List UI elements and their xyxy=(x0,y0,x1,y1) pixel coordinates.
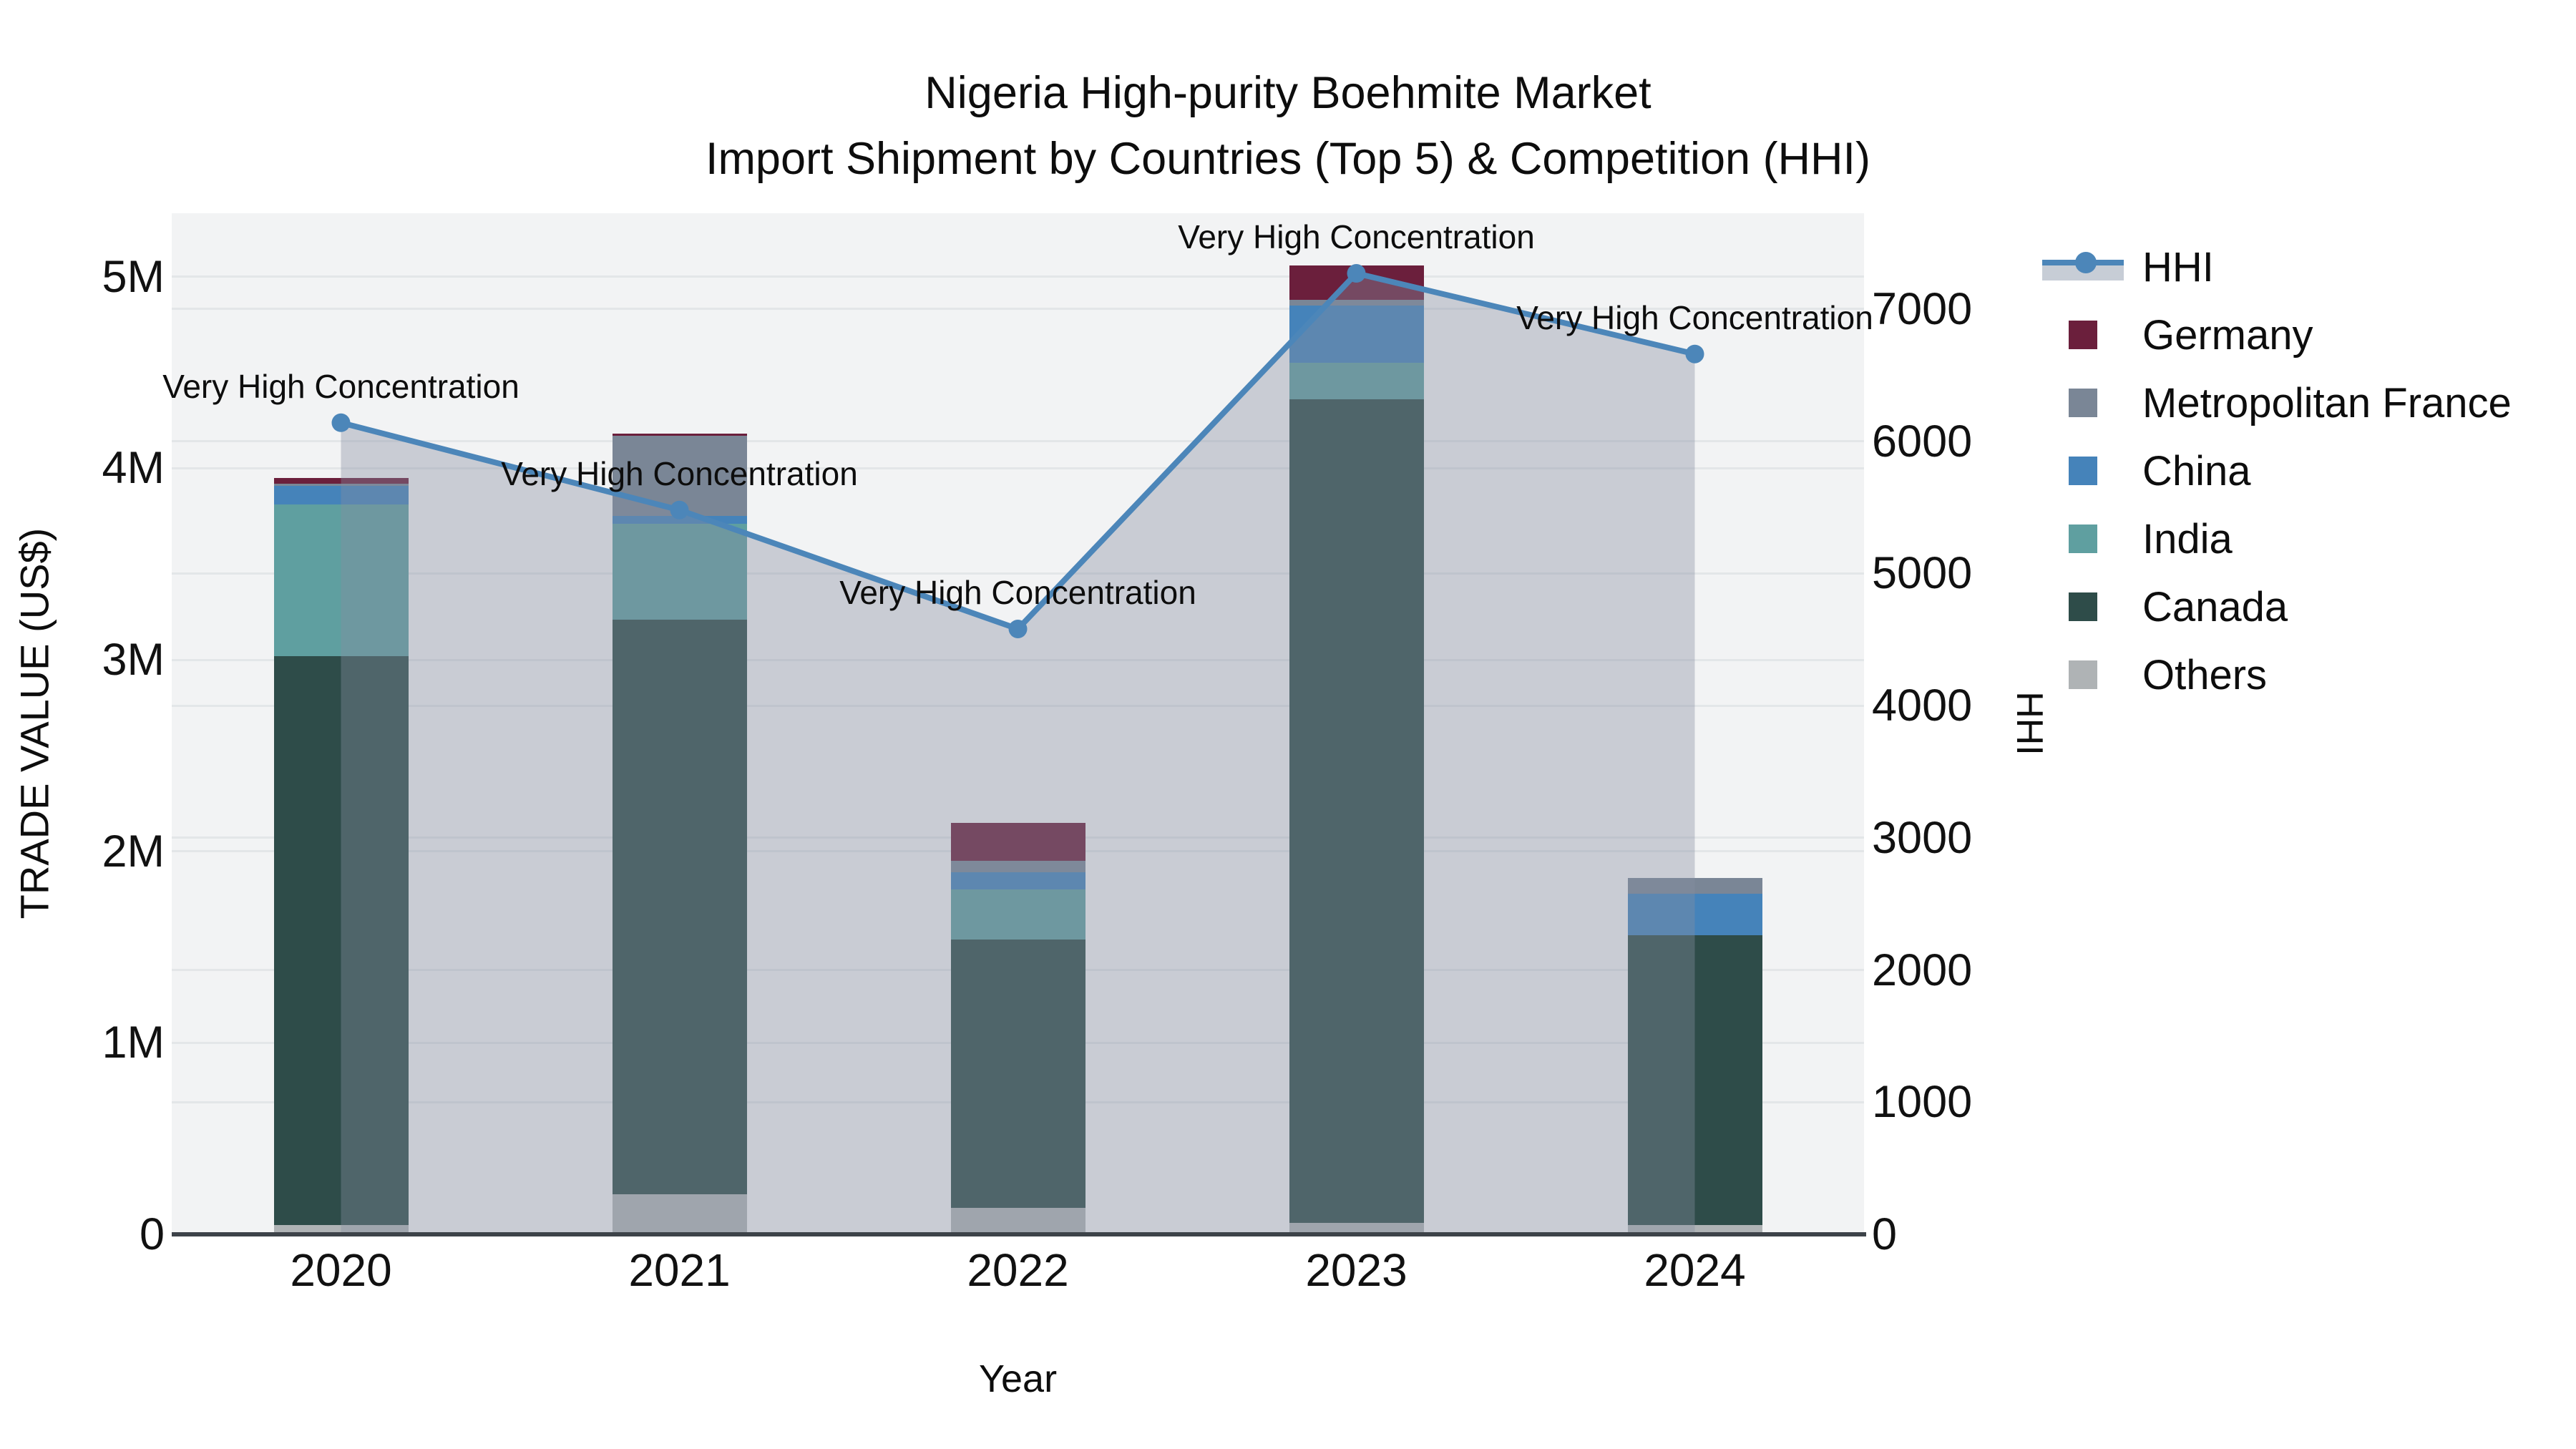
legend-square-icon xyxy=(2069,660,2097,689)
legend-square-icon xyxy=(2069,525,2097,553)
annotation-2020: Very High Concentration xyxy=(162,367,519,405)
annotation-2023: Very High Concentration xyxy=(1178,218,1535,256)
legend-square-icon xyxy=(2069,321,2097,349)
y-left-tick-4M: 4M xyxy=(102,443,165,494)
chart-title-line1: Nigeria High-purity Boehmite Market xyxy=(924,68,1652,118)
legend-swatch xyxy=(2039,505,2127,572)
hhi-marker-2021[interactable] xyxy=(670,500,689,519)
y-left-axis-title: TRADE VALUE (US$) xyxy=(11,527,57,919)
y-left-tick-5M: 5M xyxy=(102,251,165,302)
legend-item-hhi[interactable]: HHI xyxy=(2039,233,2214,301)
legend-swatch xyxy=(2039,641,2127,708)
x-tick-2021: 2021 xyxy=(628,1244,731,1296)
legend-swatch xyxy=(2039,437,2127,504)
legend-item-germany[interactable]: Germany xyxy=(2039,301,2313,369)
legend-marker-dot-icon xyxy=(2075,252,2097,273)
legend-item-metropolitan-france[interactable]: Metropolitan France xyxy=(2039,369,2512,436)
legend-square-icon xyxy=(2069,389,2097,417)
plot-area: Very High Concentration Very High Concent… xyxy=(162,213,1873,1234)
legend-item-canada[interactable]: Canada xyxy=(2039,573,2288,640)
legend-item-india[interactable]: India xyxy=(2039,505,2233,572)
hhi-marker-2023[interactable] xyxy=(1347,264,1366,283)
legend-swatch xyxy=(2039,301,2127,369)
annotation-2022: Very High Concentration xyxy=(839,573,1196,611)
x-tick-2022: 2022 xyxy=(967,1244,1069,1296)
y-right-tick-0: 0 xyxy=(1872,1209,1898,1259)
hhi-marker-2020[interactable] xyxy=(331,413,351,432)
legend-line-symbol xyxy=(2039,233,2127,301)
x-axis-title: Year xyxy=(978,1357,1058,1400)
legend-item-china[interactable]: China xyxy=(2039,437,2251,504)
hhi-area-fill xyxy=(341,273,1695,1234)
legend-label: HHI xyxy=(2142,243,2214,291)
hhi-marker-2022[interactable] xyxy=(1008,619,1028,638)
legend-item-others[interactable]: Others xyxy=(2039,641,2267,708)
annotation-2021: Very High Concentration xyxy=(501,454,858,492)
legend-swatch xyxy=(2039,573,2127,640)
legend-label: China xyxy=(2142,447,2251,494)
legend-label: Others xyxy=(2142,651,2268,698)
x-tick-2020: 2020 xyxy=(290,1244,392,1296)
y-right-tick-3000: 3000 xyxy=(1872,812,1973,863)
x-tick-2024: 2024 xyxy=(1644,1244,1746,1296)
x-tick-2023: 2023 xyxy=(1305,1244,1407,1296)
y-left-tick-0: 0 xyxy=(139,1209,165,1259)
figure: Nigeria High-purity Boehmite Market Impo… xyxy=(0,0,2576,1449)
legend-label: Germany xyxy=(2142,311,2313,358)
legend-label: India xyxy=(2142,515,2233,562)
legend-swatch xyxy=(2039,369,2127,436)
legend-square-icon xyxy=(2069,457,2097,485)
annotation-2024: Very High Concentration xyxy=(1516,298,1873,336)
y-right-tick-2000: 2000 xyxy=(1872,945,1973,995)
legend-square-icon xyxy=(2069,592,2097,621)
x-axis-line xyxy=(172,1232,1866,1236)
chart-title: Nigeria High-purity Boehmite Market Impo… xyxy=(0,60,2576,192)
y-right-tick-1000: 1000 xyxy=(1872,1077,1973,1128)
chart-title-line2: Import Shipment by Countries (Top 5) & C… xyxy=(705,134,1871,184)
legend-label: Canada xyxy=(2142,583,2288,630)
y-left-tick-1M: 1M xyxy=(102,1018,165,1068)
legend-label: Metropolitan France xyxy=(2142,379,2512,426)
hhi-marker-2024[interactable] xyxy=(1685,344,1704,364)
